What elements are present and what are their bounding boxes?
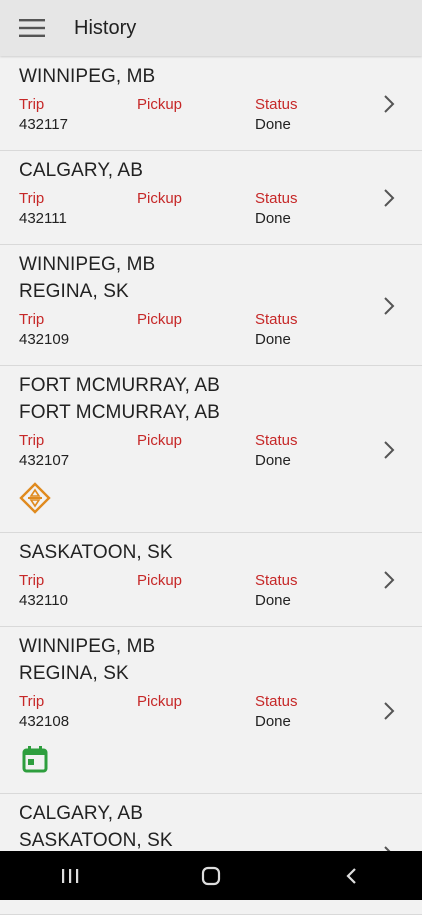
pickup-value <box>137 590 255 612</box>
trip-location: WINNIPEG, MB <box>19 66 156 87</box>
trip-row[interactable]: WINNIPEG, MB Trip 432117 Pickup Status Don… <box>0 57 422 151</box>
trip-location: WINNIPEG, MB <box>19 636 156 657</box>
pickup-label: Pickup <box>137 432 183 449</box>
pickup-label: Pickup <box>137 311 183 328</box>
pickup-value <box>137 711 255 733</box>
trip-row[interactable]: FORT MCMURRAY, AB FORT MCMURRAY, AB Trip 4… <box>0 366 422 533</box>
status-label: Status <box>255 190 298 207</box>
trip-row[interactable]: WINNIPEG, MB REGINA, SK Trip 432108 Pickup… <box>0 627 422 794</box>
trip-label: Trip <box>19 96 45 113</box>
status-label: Status <box>255 572 298 589</box>
trip-row[interactable]: SASKATOON, SK Trip 432110 Pickup Status Do… <box>0 533 422 627</box>
trip-number: 432117 <box>19 116 68 133</box>
pickup-value <box>137 114 255 136</box>
trip-location: REGINA, SK <box>19 281 129 302</box>
status-label: Status <box>255 693 298 710</box>
app-bar: History <box>0 0 422 56</box>
trip-row[interactable]: CALGARY, AB Trip 432111 Pickup Status Done <box>0 151 422 245</box>
trip-location: FORT MCMURRAY, AB <box>19 375 220 396</box>
pickup-label: Pickup <box>137 190 183 207</box>
pickup-label: Pickup <box>137 96 183 113</box>
page-title: History <box>74 16 137 39</box>
status-label: Status <box>255 311 298 328</box>
trip-history-list: WINNIPEG, MB Trip 432117 Pickup Status Don… <box>0 57 422 915</box>
chevron-right-icon[interactable] <box>382 569 396 591</box>
trip-label: Trip <box>19 190 45 207</box>
trip-location: WINNIPEG, MB <box>19 254 156 275</box>
trip-location: FORT MCMURRAY, AB <box>19 402 220 423</box>
calendar-icon <box>19 743 51 775</box>
trip-location: CALGARY, AB <box>19 160 143 181</box>
trip-label: Trip <box>19 693 45 710</box>
pickup-label: Pickup <box>137 693 183 710</box>
status-value: Done <box>255 452 291 469</box>
chevron-right-icon[interactable] <box>382 700 396 722</box>
chevron-right-icon[interactable] <box>382 93 396 115</box>
pickup-value <box>137 450 255 472</box>
status-label: Status <box>255 432 298 449</box>
status-value: Done <box>255 116 291 133</box>
trip-number: 432111 <box>19 210 67 227</box>
back-icon[interactable] <box>322 856 382 896</box>
trip-number: 432109 <box>19 331 70 348</box>
hazmat-icon <box>19 482 51 514</box>
pickup-label: Pickup <box>137 572 183 589</box>
trip-number: 432108 <box>19 713 70 730</box>
recent-apps-icon[interactable] <box>40 856 100 896</box>
chevron-right-icon[interactable] <box>382 187 396 209</box>
chevron-right-icon[interactable] <box>382 295 396 317</box>
status-value: Done <box>255 713 291 730</box>
trip-number: 432107 <box>19 452 70 469</box>
trip-label: Trip <box>19 432 45 449</box>
trip-label: Trip <box>19 572 45 589</box>
trip-location: CALGARY, AB <box>19 803 143 824</box>
trip-location: SASKATOON, SK <box>19 830 173 851</box>
trip-row[interactable]: WINNIPEG, MB REGINA, SK Trip 432109 Pickup… <box>0 245 422 366</box>
home-icon[interactable] <box>181 856 241 896</box>
trip-location: REGINA, SK <box>19 663 129 684</box>
pickup-value <box>137 329 255 351</box>
status-value: Done <box>255 210 291 227</box>
hamburger-menu-icon[interactable] <box>0 0 64 56</box>
chevron-right-icon[interactable] <box>382 439 396 461</box>
status-value: Done <box>255 592 291 609</box>
system-nav-bar <box>0 851 422 900</box>
trip-location: SASKATOON, SK <box>19 542 173 563</box>
trip-number: 432110 <box>19 592 68 609</box>
status-value: Done <box>255 331 291 348</box>
trip-label: Trip <box>19 311 45 328</box>
status-label: Status <box>255 96 298 113</box>
pickup-value <box>137 208 255 230</box>
